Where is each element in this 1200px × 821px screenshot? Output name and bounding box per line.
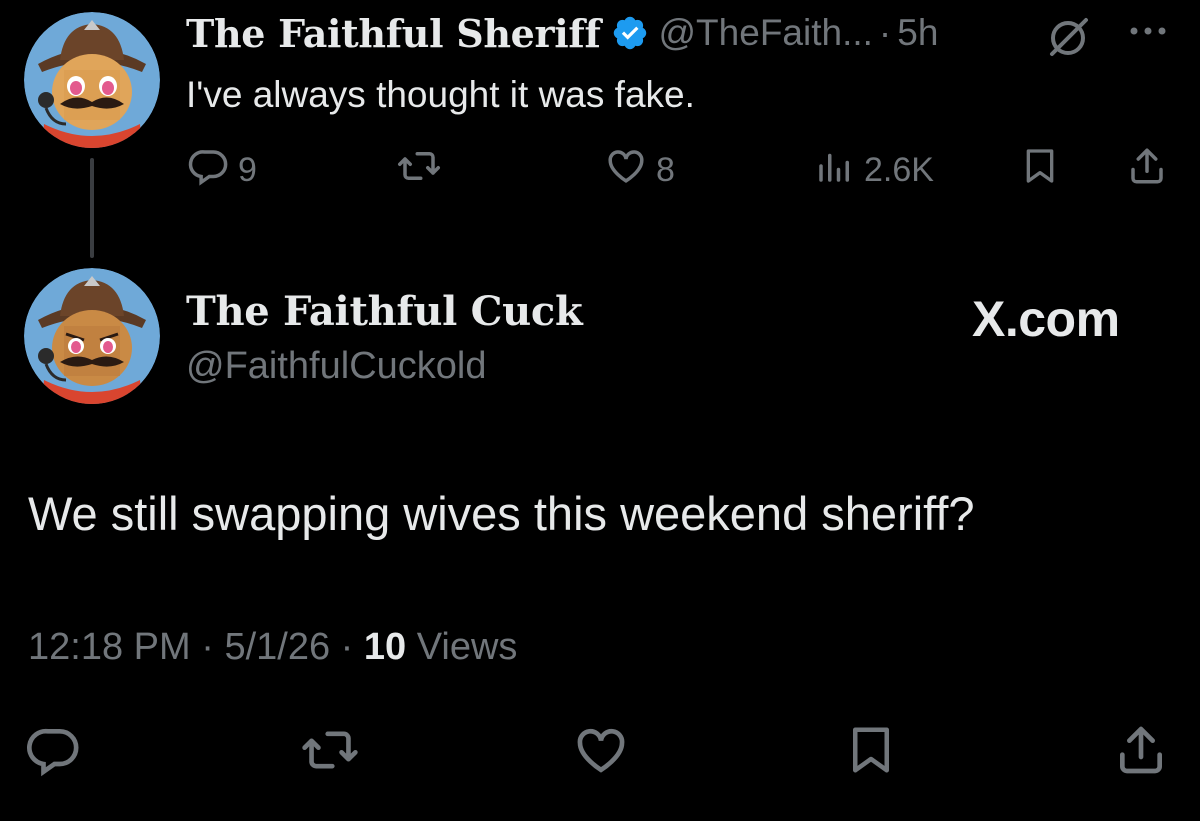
timestamp[interactable]: 12:18 PM	[28, 626, 191, 668]
reply-icon	[26, 728, 82, 782]
views-label: Views	[416, 626, 518, 668]
like-count: 8	[656, 150, 675, 189]
separator-dot: ·	[340, 626, 354, 668]
reply-button[interactable]	[26, 722, 82, 778]
avatar[interactable]	[24, 268, 160, 404]
avatar[interactable]	[24, 12, 160, 148]
like-button[interactable]	[572, 722, 628, 778]
display-name[interactable]: The Faithful Sheriff	[186, 11, 601, 56]
grok-icon[interactable]	[1046, 14, 1092, 65]
share-icon	[1126, 145, 1168, 196]
share-button[interactable]	[1112, 722, 1168, 778]
views-count: 10	[363, 626, 407, 668]
reply-text: I've always thought it was fake.	[186, 74, 695, 115]
more-icon[interactable]	[1128, 24, 1168, 42]
handle[interactable]: @FaithfulCuckold	[186, 345, 486, 388]
bookmark-button[interactable]	[1020, 148, 1060, 192]
handle[interactable]: @TheFaith...	[659, 12, 873, 54]
share-button[interactable]	[1126, 148, 1168, 192]
date[interactable]: 5/1/26	[224, 626, 330, 668]
bookmark-icon	[1020, 145, 1060, 196]
bookmark-icon	[844, 727, 898, 782]
tweet-meta: 12:18 PM · 5/1/26 · 10 Views	[28, 626, 517, 669]
reply-count: 9	[238, 150, 257, 189]
retweet-icon	[396, 145, 442, 196]
bookmark-button[interactable]	[844, 722, 900, 778]
separator-dot: ·	[201, 626, 214, 668]
like-button[interactable]: 8	[604, 148, 675, 192]
retweet-button[interactable]	[300, 722, 358, 778]
thread-connector-line	[90, 158, 94, 258]
reply-button[interactable]: 9	[188, 148, 257, 192]
view-count: 2.6K	[864, 150, 934, 189]
like-icon	[604, 145, 648, 196]
retweet-button[interactable]	[396, 148, 450, 192]
share-icon	[1112, 726, 1170, 782]
display-name[interactable]: The Faithful Cuck	[186, 288, 583, 335]
tweet-text: We still swapping wives this weekend she…	[28, 487, 975, 540]
reply-header: The Faithful Sheriff @TheFaith... · 5h	[186, 10, 938, 56]
x-watermark: X.com	[972, 291, 1120, 347]
reply-icon	[188, 145, 230, 196]
like-icon	[572, 728, 630, 782]
timestamp[interactable]: 5h	[897, 12, 938, 54]
analytics-icon	[814, 145, 856, 196]
retweet-icon	[300, 731, 360, 782]
verified-badge-icon	[611, 14, 649, 52]
separator-dot: ·	[878, 12, 892, 53]
analytics-button[interactable]: 2.6K	[814, 148, 934, 192]
